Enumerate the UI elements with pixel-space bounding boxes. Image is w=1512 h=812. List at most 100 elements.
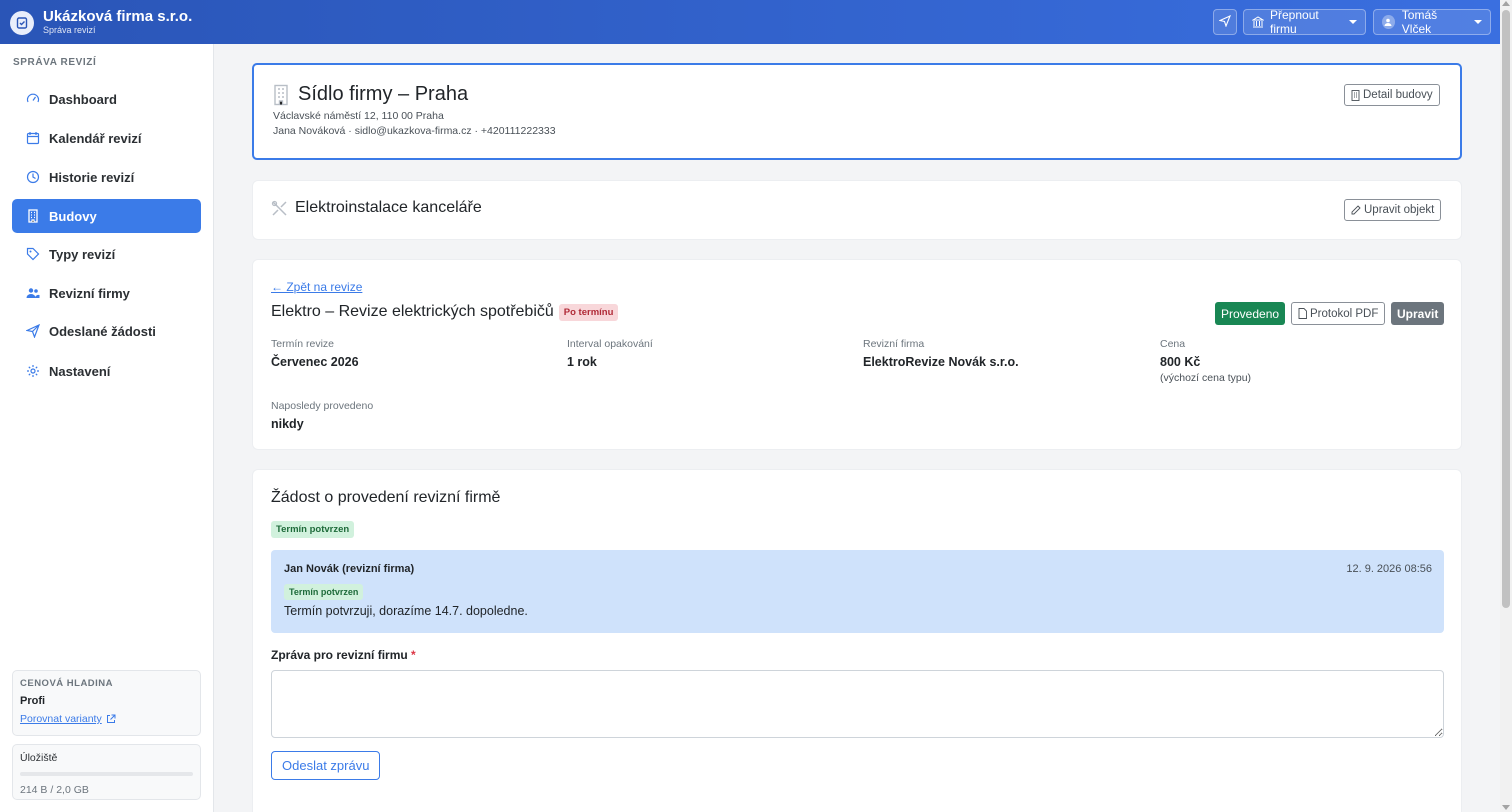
term-field: Termín revize Červenec 2026 <box>271 338 359 369</box>
building-icon <box>26 209 40 223</box>
storage-usage: 214 B / 2,0 GB <box>20 784 89 796</box>
chevron-down-icon <box>1349 20 1357 24</box>
tools-icon <box>271 200 288 217</box>
interval-value: 1 rok <box>567 355 597 369</box>
pricing-tier-value: Profi <box>20 695 46 707</box>
sidebar-item-label: Odeslané žádosti <box>49 323 156 339</box>
price-field: Cena 800 Kč (výchozí cena typu) <box>1160 338 1251 384</box>
sidebar-item-revision-types[interactable]: Typy revizí <box>12 237 201 271</box>
sidebar-item-label: Revizní firmy <box>49 285 130 301</box>
building-address: Václavské náměstí 12, 110 00 Praha <box>273 110 444 122</box>
edit-object-label: Upravit objekt <box>1364 204 1435 216</box>
building-icon <box>1351 89 1360 101</box>
protocol-pdf-label: Protokol PDF <box>1310 307 1379 320</box>
building-name: Sídlo firmy – Praha <box>298 83 469 105</box>
request-title: Žádost o provedení revizní firmě <box>271 489 501 506</box>
bank-icon <box>1252 16 1264 28</box>
sidebar-item-label: Typy revizí <box>49 246 116 262</box>
scroll-up-icon[interactable] <box>1502 1 1510 6</box>
pricing-tier-label: CENOVÁ HLADINA <box>20 678 114 689</box>
sidebar: SPRÁVA REVIZÍ Dashboard Kalendář revizí … <box>0 44 214 812</box>
calendar-icon <box>26 131 40 145</box>
object-header: Elektroinstalace kanceláře <box>271 199 482 217</box>
term-value: Červenec 2026 <box>271 355 359 369</box>
top-navbar: Ukázková firma s.r.o. Správa revizí Přep… <box>0 0 1500 44</box>
message-textarea[interactable] <box>271 670 1444 738</box>
external-link-icon <box>106 714 116 724</box>
sidebar-item-revision-firms[interactable]: Revizní firmy <box>12 276 201 310</box>
app-logo-icon <box>10 11 34 35</box>
people-icon <box>26 286 40 300</box>
gear-icon <box>26 364 40 378</box>
storage-progress-bar <box>20 772 193 776</box>
scroll-down-icon[interactable] <box>1502 805 1510 810</box>
sidebar-item-sent-requests[interactable]: Odeslané žádosti <box>12 314 201 348</box>
interval-field: Interval opakování 1 rok <box>567 338 653 369</box>
clock-icon <box>26 170 40 184</box>
sidebar-item-settings[interactable]: Nastavení <box>12 354 201 388</box>
message-timestamp: 12. 9. 2026 08:56 <box>1346 563 1432 575</box>
app-subtitle: Správa revizí <box>43 25 96 35</box>
storage-label: Úložiště <box>20 752 58 764</box>
speedometer-icon <box>26 92 40 106</box>
message-author: Jan Novák (revizní firma) <box>284 563 415 575</box>
company-name: Ukázková firma s.r.o. <box>43 8 193 25</box>
back-to-revisions-link[interactable]: ← Zpět na revize <box>271 280 362 294</box>
price-label: Cena <box>1160 338 1186 350</box>
send-message-button[interactable]: Odeslat zprávu <box>271 751 381 780</box>
send-icon <box>26 324 40 338</box>
user-name: Tomáš Vlček <box>1401 8 1438 36</box>
message-form-label-text: Zpráva pro revizní firmu <box>271 648 408 662</box>
building-detail-label: Detail budovy <box>1363 89 1433 101</box>
user-menu-dropdown[interactable]: Tomáš Vlček <box>1373 8 1491 36</box>
price-value: 800 Kč <box>1160 355 1201 369</box>
sidebar-item-label: Historie revizí <box>49 169 135 185</box>
last-done-label: Naposledy provedeno <box>271 400 374 412</box>
sidebar-item-calendar[interactable]: Kalendář revizí <box>12 121 201 155</box>
mark-done-button[interactable]: Provedeno <box>1215 302 1286 325</box>
last-done-value: nikdy <box>271 417 304 431</box>
edit-object-button[interactable]: Upravit objekt <box>1344 199 1442 221</box>
compare-plans-label: Porovnat varianty <box>20 713 102 725</box>
sidebar-item-label: Budovy <box>49 208 97 224</box>
chevron-down-icon <box>1474 20 1482 24</box>
pricing-tier-box: CENOVÁ HLADINA Profi Porovnat varianty <box>12 670 201 736</box>
request-card: Žádost o provedení revizní firmě Termín … <box>252 469 1462 812</box>
user-avatar-icon <box>1382 15 1395 29</box>
firm-field: Revizní firma ElektroRevize Novák s.r.o. <box>863 338 1019 369</box>
brand[interactable]: Ukázková firma s.r.o. Správa revizí <box>10 8 192 35</box>
sent-requests-button[interactable] <box>1213 9 1237 35</box>
page-scrollbar[interactable] <box>1500 0 1512 812</box>
revision-title: Elektro – Revize elektrických spotřebičů <box>271 303 554 320</box>
price-note: (výchozí cena typu) <box>1160 372 1252 384</box>
protocol-pdf-button[interactable]: Protokol PDF <box>1291 302 1386 325</box>
switch-company-dropdown[interactable]: Přepnout firmu <box>1243 8 1366 36</box>
revision-title-row: Elektro – Revize elektrických spotřebičů… <box>271 303 619 321</box>
sidebar-item-label: Dashboard <box>49 91 117 107</box>
last-done-field: Naposledy provedeno nikdy <box>271 400 373 431</box>
edit-revision-button[interactable]: Upravit <box>1391 302 1445 325</box>
compare-plans-link[interactable]: Porovnat varianty <box>20 713 116 725</box>
object-card: Elektroinstalace kanceláře Upravit objek… <box>252 180 1462 240</box>
storage-box: Úložiště 214 B / 2,0 GB <box>12 744 201 800</box>
interval-label: Interval opakování <box>567 338 653 350</box>
object-name: Elektroinstalace kanceláře <box>295 199 482 216</box>
message-form-label: Zpráva pro revizní firmu * <box>271 648 416 662</box>
building-card: Sídlo firmy – Praha Václavské náměstí 12… <box>252 63 1462 160</box>
message-bubble: Jan Novák (revizní firma) 12. 9. 2026 08… <box>271 550 1444 633</box>
sidebar-item-label: Kalendář revizí <box>49 130 142 146</box>
revision-card: ← Zpět na revize Elektro – Revize elektr… <box>252 259 1462 450</box>
building-contact: Jana Nováková · sidlo@ukazkova-firma.cz … <box>273 125 556 137</box>
building-header: Sídlo firmy – Praha <box>272 83 468 106</box>
message-text: Termín potvrzuji, dorazíme 14.7. dopoled… <box>284 604 528 618</box>
overdue-badge: Po termínu <box>558 303 619 321</box>
request-status-badge: Termín potvrzen <box>271 521 355 538</box>
sidebar-item-dashboard[interactable]: Dashboard <box>12 82 201 116</box>
send-icon <box>1218 14 1232 30</box>
sidebar-item-history[interactable]: Historie revizí <box>12 160 201 194</box>
message-status-badge: Termín potvrzen <box>284 584 364 600</box>
building-detail-button[interactable]: Detail budovy <box>1344 84 1440 106</box>
scrollbar-thumb[interactable] <box>1502 10 1510 608</box>
sidebar-item-buildings[interactable]: Budovy <box>12 199 201 233</box>
firm-label: Revizní firma <box>863 338 925 350</box>
